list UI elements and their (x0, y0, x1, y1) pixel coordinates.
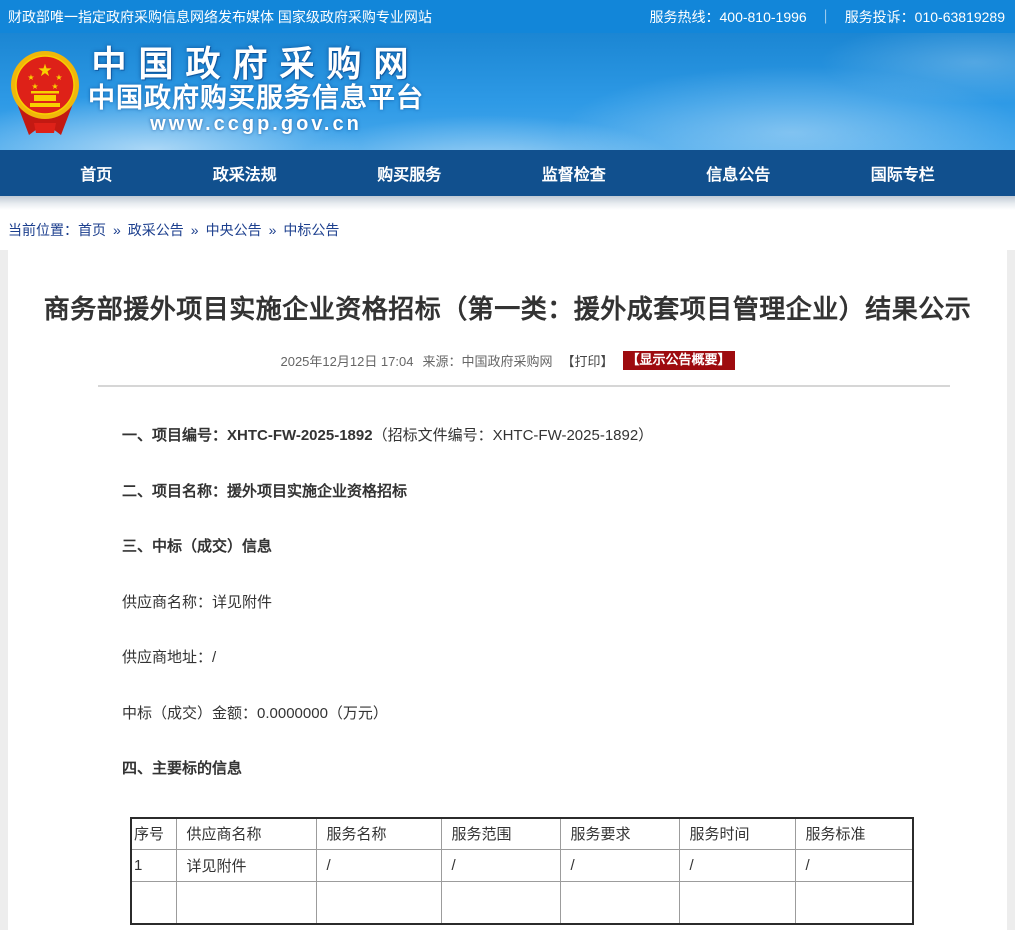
breadcrumb-separator: » (191, 222, 199, 238)
article-meta: 2025年12月12日 17:04 来源：中国政府采购网 【打印】 【显示公告概… (8, 351, 1007, 370)
breadcrumb-award-notices[interactable]: 中标公告 (283, 220, 339, 240)
paragraph-supplier-address: 供应商地址：/ (122, 650, 1007, 667)
breadcrumb-separator: » (269, 222, 277, 238)
cell-empty (176, 882, 316, 924)
paragraph-supplier-name: 供应商名称：详见附件 (122, 595, 1007, 612)
nav-item-international[interactable]: 国际专栏 (871, 161, 935, 185)
cell-empty (795, 882, 913, 924)
paragraph-award-amount: 中标（成交）金额：0.0000000（万元） (122, 706, 1007, 723)
cell-supplier: 详见附件 (176, 850, 316, 882)
breadcrumb-separator: » (113, 222, 121, 238)
col-header-service-requirement: 服务要求 (560, 818, 679, 850)
breadcrumb-procurement-notices[interactable]: 政采公告 (128, 220, 184, 240)
nav-item-home[interactable]: 首页 (80, 161, 112, 185)
show-summary-button[interactable]: 【显示公告概要】 (623, 351, 735, 370)
award-info-table: 序号 供应商名称 服务名称 服务范围 服务要求 服务时间 服务标准 1 详见附件… (130, 817, 914, 925)
paragraph-project-number: 一、项目编号：XHTC-FW-2025-1892（招标文件编号：XHTC-FW-… (122, 428, 1007, 445)
nav-item-supervision[interactable]: 监督检查 (542, 161, 606, 185)
cell-seq: 1 (131, 850, 176, 882)
table-header-row: 序号 供应商名称 服务名称 服务范围 服务要求 服务时间 服务标准 (131, 818, 913, 850)
national-emblem-icon: ★ ★ ★ ★ ★ (10, 47, 80, 141)
service-complaint: 服务投诉：010-63819289 (845, 7, 1005, 27)
paragraph-main-subject-heading: 四、主要标的信息 (122, 761, 1007, 778)
page-title: 商务部援外项目实施企业资格招标（第一类：援外成套项目管理企业）结果公示 (8, 295, 1007, 325)
col-header-supplier: 供应商名称 (176, 818, 316, 850)
cell-empty (679, 882, 795, 924)
article-body: 一、项目编号：XHTC-FW-2025-1892（招标文件编号：XHTC-FW-… (8, 387, 1007, 925)
cell-empty (441, 882, 560, 924)
top-utility-bar: 财政部唯一指定政府采购信息网络发布媒体 国家级政府采购专业网站 服务热线：400… (0, 0, 1015, 33)
svg-text:★: ★ (51, 82, 58, 91)
table-row-empty (131, 882, 913, 924)
breadcrumb: 当前位置： 首页 » 政采公告 » 中央公告 » 中标公告 (0, 210, 1015, 250)
site-header: ★ ★ ★ ★ ★ 中国政府采购网 中国政府购买服务信息平台 www.ccgp.… (0, 33, 1015, 150)
page-background: 商务部援外项目实施企业资格招标（第一类：援外成套项目管理企业）结果公示 2025… (0, 250, 1015, 930)
site-logo[interactable]: 中国政府采购网 中国政府购买服务信息平台 www.ccgp.gov.cn (88, 47, 424, 136)
publish-datetime: 2025年12月12日 17:04 (280, 351, 413, 370)
paragraph-award-info-heading: 三、中标（成交）信息 (122, 539, 1007, 556)
col-header-service-name: 服务名称 (316, 818, 441, 850)
cell-empty (560, 882, 679, 924)
col-header-seq: 序号 (131, 818, 176, 850)
service-hotline: 服务热线：400-810-1996 (650, 7, 807, 27)
cell-service-standard: / (795, 850, 913, 882)
svg-text:★: ★ (37, 61, 52, 80)
col-header-service-scope: 服务范围 (441, 818, 560, 850)
cell-empty (316, 882, 441, 924)
cell-service-name: / (316, 850, 441, 882)
table-row: 1 详见附件 / / / / / (131, 850, 913, 882)
cell-empty (131, 882, 176, 924)
paragraph-project-name: 二、项目名称：援外项目实施企业资格招标 (122, 484, 1007, 501)
site-url: www.ccgp.gov.cn (150, 113, 362, 136)
service-phones: 服务热线：400-810-1996 ｜ 服务投诉：010-63819289 (650, 7, 1006, 27)
breadcrumb-label: 当前位置： (8, 220, 78, 240)
svg-text:★: ★ (27, 73, 34, 82)
topbar-separator: ｜ (819, 7, 833, 27)
cell-service-requirement: / (560, 850, 679, 882)
nav-item-purchase-services[interactable]: 购买服务 (377, 161, 441, 185)
site-name: 中国政府采购网 (91, 47, 420, 84)
breadcrumb-home[interactable]: 首页 (78, 220, 106, 240)
print-button[interactable]: 【打印】 (561, 351, 613, 370)
svg-text:★: ★ (55, 73, 62, 82)
nav-item-regulations[interactable]: 政采法规 (213, 161, 277, 185)
site-subtitle: 中国政府购买服务信息平台 (88, 84, 424, 114)
svg-text:★: ★ (31, 82, 38, 91)
nav-item-announcements[interactable]: 信息公告 (706, 161, 770, 185)
col-header-service-standard: 服务标准 (795, 818, 913, 850)
main-nav: 首页 政采法规 购买服务 监督检查 信息公告 国际专栏 (0, 150, 1015, 196)
cell-service-time: / (679, 850, 795, 882)
breadcrumb-central-notices[interactable]: 中央公告 (206, 220, 262, 240)
cell-service-scope: / (441, 850, 560, 882)
nav-shadow-strip (0, 196, 1015, 210)
col-header-service-time: 服务时间 (679, 818, 795, 850)
site-slogan: 财政部唯一指定政府采购信息网络发布媒体 国家级政府采购专业网站 (8, 7, 432, 27)
article-container: 商务部援外项目实施企业资格招标（第一类：援外成套项目管理企业）结果公示 2025… (8, 250, 1007, 930)
article-source: 来源：中国政府采购网 (422, 351, 552, 370)
